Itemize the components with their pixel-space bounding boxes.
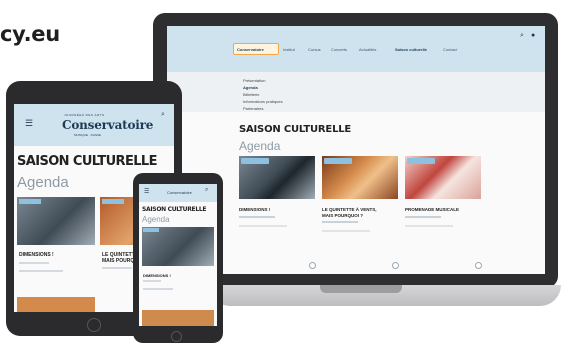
menu-icon[interactable]: ☰ [25,118,33,129]
event-title[interactable]: DIMENSIONS ! [143,273,171,278]
nav-item-institut[interactable]: Institut [283,47,295,52]
event-image [322,156,398,199]
tablet-header: ☰ JOURNÉES DES ARTS Conservatoire MUSIQU… [14,104,174,146]
logo[interactable]: Conservatoire [62,118,153,132]
tablet-home-button [87,318,101,332]
event-meta [102,267,132,269]
phone-header: ☰ Conservatoire ⌕ [139,184,217,202]
nav-item-cursus[interactable]: Cursus [308,47,321,52]
more-icon[interactable] [475,262,482,269]
dropdown-item-selected[interactable]: Agenda [243,85,258,90]
nav-item-conservatoire[interactable]: Conservatoire [237,47,264,52]
nav-item-contact[interactable]: Contact [443,47,457,52]
event-meta [239,215,275,218]
search-icon[interactable]: ⌕ [520,32,524,40]
event-title[interactable]: PROMENADE MUSICALE [405,207,481,213]
logo[interactable]: Conservatoire [167,190,192,195]
event-title[interactable]: LE QUINTETTE À VENTS, MAIS POURQUOI ? [322,207,398,218]
search-icon[interactable]: ⌕ [161,111,165,119]
dropdown-item[interactable]: Partenaires [243,106,263,111]
nav-item-saison-culturelle[interactable]: Saison culturelle [395,47,427,52]
category-tag [241,158,269,164]
section-title: Agenda [239,139,281,153]
event-card[interactable]: DIMENSIONS ! [239,156,316,269]
more-icon[interactable] [309,262,316,269]
laptop-notch [320,285,402,293]
section-title: Agenda [142,215,170,224]
logo-subtitle: MUSIQUE · DANSE [74,133,102,137]
event-meta [19,262,49,264]
page-title: SAISON CULTURELLE [142,206,207,213]
category-tag [102,199,124,204]
laptop-navbar: Conservatoire Institut Cursus Concerts A… [167,26,545,72]
event-image[interactable] [17,297,95,312]
search-icon[interactable]: ⌕ [205,187,208,194]
nav-item-concerts[interactable]: Concerts [331,47,347,52]
nav-item-actualites[interactable]: Actualités [359,47,376,52]
event-meta-2 [405,224,453,227]
event-meta-2 [239,224,287,227]
logo-tagline: JOURNÉES DES ARTS [64,113,105,117]
category-tag [407,158,435,164]
event-meta [405,215,441,218]
page-title: SAISON CULTURELLE [239,124,352,135]
dropdown-item[interactable]: Informations pratiques [243,99,283,104]
site-domain-text: cy.eu [0,22,60,46]
dropdown-item[interactable]: Billetterie [243,92,259,97]
event-title[interactable]: DIMENSIONS ! [239,207,315,213]
event-image[interactable] [142,310,214,326]
event-card[interactable]: LE QUINTETTE À VENTS, MAIS POURQUOI ? [322,156,399,269]
page-title: SAISON CULTURELLE [17,154,157,169]
category-tag [143,228,159,232]
event-meta [143,280,161,282]
laptop-screen: Conservatoire Institut Cursus Concerts A… [167,26,545,274]
event-meta [19,270,63,272]
nav-dropdown: Présentation Agenda Billetterie Informat… [167,72,545,112]
section-title: Agenda [17,174,69,191]
user-icon[interactable]: ● [531,32,535,39]
category-tag [324,158,352,164]
event-meta-2 [322,230,370,232]
dropdown-item[interactable]: Présentation [243,78,265,83]
phone-home-button [171,331,182,342]
phone-screen: ☰ Conservatoire ⌕ SAISON CULTURELLE Agen… [139,184,217,326]
event-image[interactable] [17,197,95,245]
menu-icon[interactable]: ☰ [144,188,149,195]
event-title[interactable]: DIMENSIONS ! [19,252,54,258]
event-image [239,156,315,199]
event-meta [322,221,358,223]
event-card[interactable]: PROMENADE MUSICALE [405,156,482,269]
event-meta [143,288,173,290]
more-icon[interactable] [392,262,399,269]
category-tag [19,199,41,204]
event-image[interactable] [142,227,214,266]
event-image [405,156,481,199]
